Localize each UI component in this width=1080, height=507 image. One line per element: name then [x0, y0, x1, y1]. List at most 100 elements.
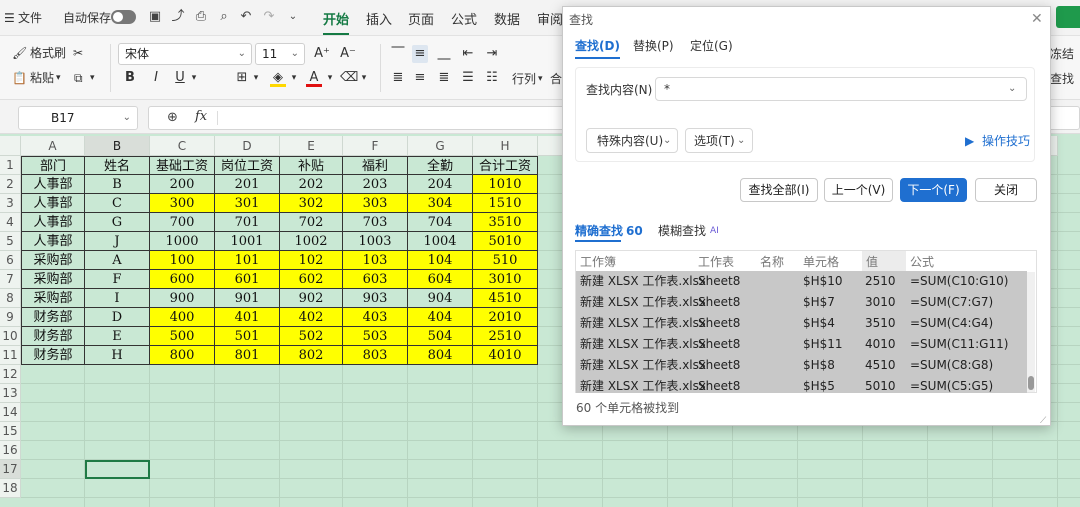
table-cell[interactable]: 100 — [150, 251, 215, 270]
column-header-h[interactable]: H — [473, 136, 538, 156]
column-header-e[interactable]: E — [280, 136, 343, 156]
save-icon[interactable]: ▣ — [147, 9, 163, 25]
table-cell[interactable]: 4510 — [473, 289, 538, 308]
table-cell[interactable]: F — [85, 270, 150, 289]
table-cell[interactable]: 200 — [150, 175, 215, 194]
distributed-icon[interactable]: ☷ — [484, 69, 500, 87]
indent-decrease-icon[interactable]: ⇤ — [460, 45, 476, 63]
column-header-a[interactable]: A — [21, 136, 85, 156]
result-row[interactable]: 新建 XLSX 工作表.xlsx Sheet8 $H$7 3010 =SUM(C7:G7… — [576, 292, 1027, 313]
special-content-button[interactable]: 特殊内容(U) ⌄ — [586, 128, 678, 153]
justify-icon[interactable]: ☰ — [460, 69, 476, 87]
table-cell[interactable]: 财务部 — [21, 308, 85, 327]
font-name-select[interactable]: 宋体 ⌄ — [118, 43, 252, 65]
table-cell[interactable]: 402 — [280, 308, 343, 327]
row-header-13[interactable]: 13 — [0, 384, 21, 403]
table-header-cell[interactable]: 福利 — [343, 156, 408, 175]
table-cell[interactable]: 财务部 — [21, 346, 85, 365]
paste-button[interactable]: 粘贴 — [30, 69, 54, 87]
table-header-cell[interactable]: 补贴 — [280, 156, 343, 175]
table-cell[interactable]: 采购部 — [21, 289, 85, 308]
table-cell[interactable]: 104 — [408, 251, 473, 270]
chevron-down-icon[interactable]: ⌄ — [1008, 81, 1016, 97]
increase-font-icon[interactable]: A⁺ — [314, 45, 330, 63]
table-cell[interactable]: 201 — [215, 175, 280, 194]
row-header-1[interactable]: 1 — [0, 156, 21, 175]
tab-page[interactable]: 页面 — [408, 9, 434, 29]
tips-link[interactable]: 操作技巧 — [982, 133, 1030, 149]
table-cell[interactable]: 803 — [343, 346, 408, 365]
table-header-cell[interactable]: 合计工资 — [473, 156, 538, 175]
freeze-button[interactable]: 冻结 — [1050, 45, 1074, 63]
table-cell[interactable]: E — [85, 327, 150, 346]
table-cell[interactable]: 3510 — [473, 213, 538, 232]
table-cell[interactable]: 404 — [408, 308, 473, 327]
table-cell[interactable]: 2010 — [473, 308, 538, 327]
format-painter-button[interactable]: 格式刷 — [30, 44, 66, 62]
table-cell[interactable]: 700 — [150, 213, 215, 232]
table-cell[interactable]: G — [85, 213, 150, 232]
table-cell[interactable]: 1002 — [280, 232, 343, 251]
table-cell[interactable]: 203 — [343, 175, 408, 194]
font-color-button[interactable]: A — [306, 69, 322, 87]
table-cell[interactable]: 603 — [343, 270, 408, 289]
result-column-header[interactable]: 工作簿 — [580, 254, 616, 270]
table-header-cell[interactable]: 姓名 — [85, 156, 150, 175]
row-header-5[interactable]: 5 — [0, 232, 21, 251]
italic-button[interactable]: I — [148, 69, 164, 87]
exact-search-tab[interactable]: 精确查找 — [575, 223, 623, 239]
result-column-header[interactable]: 单元格 — [803, 254, 839, 270]
table-cell[interactable]: 1003 — [343, 232, 408, 251]
table-cell[interactable]: 703 — [343, 213, 408, 232]
table-cell[interactable]: 600 — [150, 270, 215, 289]
align-middle-icon[interactable]: ≡ — [412, 45, 428, 63]
column-header-g[interactable]: G — [408, 136, 473, 156]
autosave-toggle[interactable] — [111, 10, 136, 24]
tab-review[interactable]: 审阅 — [537, 9, 563, 29]
table-cell[interactable]: 804 — [408, 346, 473, 365]
table-cell[interactable]: A — [85, 251, 150, 270]
table-cell[interactable]: 人事部 — [21, 232, 85, 251]
table-header-cell[interactable]: 岗位工资 — [215, 156, 280, 175]
tab-home[interactable]: 开始 — [323, 9, 350, 35]
table-cell[interactable]: 人事部 — [21, 194, 85, 213]
close-button[interactable]: 关闭 — [975, 178, 1037, 202]
row-header-2[interactable]: 2 — [0, 175, 21, 194]
clear-chevron-icon[interactable]: ▾ — [356, 69, 372, 87]
copy-icon[interactable]: ⧉ — [74, 69, 83, 87]
result-row[interactable]: 新建 XLSX 工作表.xlsx Sheet8 $H$10 2510 =SUM(C10:… — [576, 271, 1027, 292]
table-cell[interactable]: 3010 — [473, 270, 538, 289]
row-header-15[interactable]: 15 — [0, 422, 21, 441]
column-header-d[interactable]: D — [215, 136, 280, 156]
column-header-f[interactable]: F — [343, 136, 408, 156]
share-button[interactable] — [1056, 6, 1080, 28]
row-header-9[interactable]: 9 — [0, 308, 21, 327]
table-cell[interactable]: 403 — [343, 308, 408, 327]
table-cell[interactable]: 504 — [408, 327, 473, 346]
row-header-17[interactable]: 17 — [0, 460, 21, 479]
align-left-icon[interactable]: ≣ — [390, 69, 406, 87]
result-column-header[interactable]: 公式 — [910, 254, 934, 270]
row-header-6[interactable]: 6 — [0, 251, 21, 270]
row-header-8[interactable]: 8 — [0, 289, 21, 308]
bold-button[interactable]: B — [122, 69, 138, 87]
row-header-4[interactable]: 4 — [0, 213, 21, 232]
table-cell[interactable]: I — [85, 289, 150, 308]
result-column-header[interactable]: 工作表 — [698, 254, 734, 270]
table-cell[interactable]: C — [85, 194, 150, 213]
table-cell[interactable]: 903 — [343, 289, 408, 308]
selected-cell[interactable] — [85, 460, 150, 479]
print-preview-icon[interactable]: ⌕ — [216, 9, 232, 25]
table-cell[interactable]: 300 — [150, 194, 215, 213]
results-body[interactable]: 新建 XLSX 工作表.xlsx Sheet8 $H$10 2510 =SUM(C10:… — [576, 271, 1036, 393]
table-cell[interactable]: 1000 — [150, 232, 215, 251]
table-cell[interactable]: 602 — [280, 270, 343, 289]
clear-icon[interactable]: ⌫ — [340, 69, 358, 87]
table-cell[interactable]: 302 — [280, 194, 343, 213]
result-row[interactable]: 新建 XLSX 工作表.xlsx Sheet8 $H$4 3510 =SUM(C4:G4… — [576, 313, 1027, 334]
file-menu[interactable]: 文件 — [18, 9, 42, 27]
table-cell[interactable]: 1010 — [473, 175, 538, 194]
fuzzy-search-tab[interactable]: 模糊查找 — [658, 223, 706, 239]
result-row[interactable]: 新建 XLSX 工作表.xlsx Sheet8 $H$5 5010 =SUM(C5:G5… — [576, 376, 1027, 393]
menu-icon[interactable]: ☰ — [4, 9, 15, 27]
